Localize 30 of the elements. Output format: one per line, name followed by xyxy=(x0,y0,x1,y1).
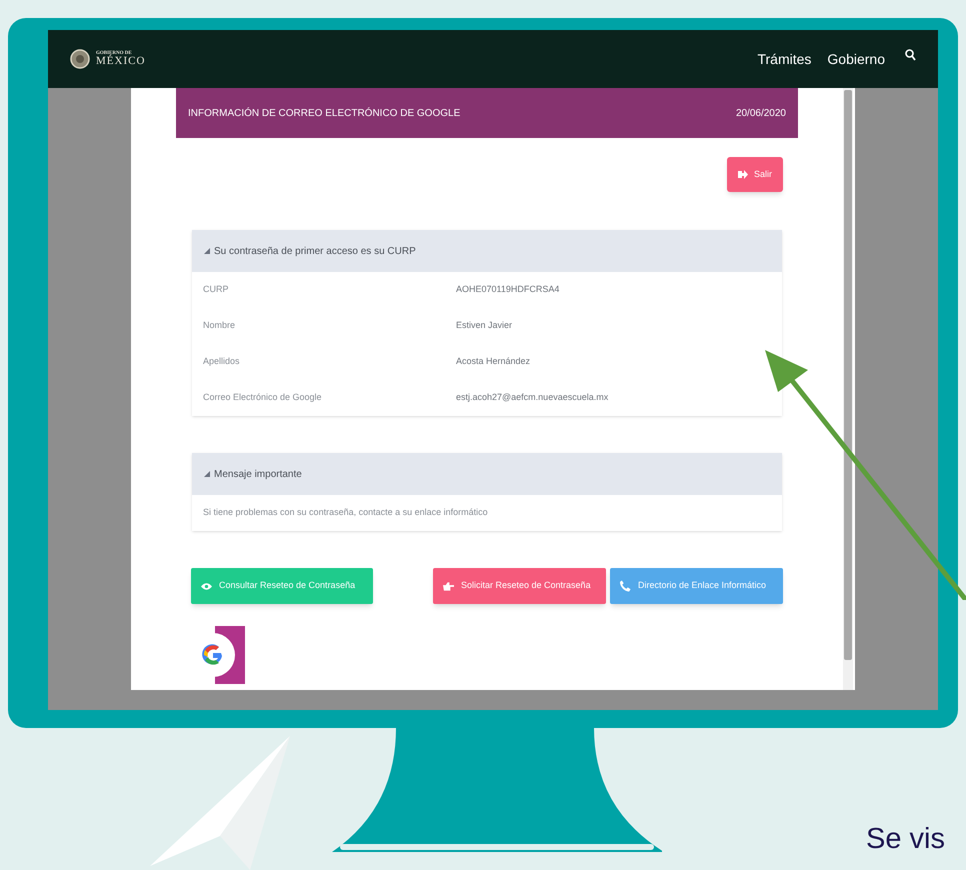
phone-icon xyxy=(620,580,631,592)
field-label: Apellidos xyxy=(202,355,241,368)
nav-link[interactable]: Gobierno xyxy=(827,48,885,70)
triangle-icon xyxy=(204,248,210,254)
scrollbar-thumb[interactable] xyxy=(844,90,852,660)
header-date: 20/06/2020 xyxy=(736,106,786,120)
action-button[interactable]: Solicitar Reseteo de Contraseña xyxy=(433,568,606,604)
panel-title: Mensaje importante xyxy=(214,468,302,482)
panel-title: Su contraseña de primer acceso es su CURP xyxy=(214,244,416,258)
field-value: AOHE070119HDFCRSA4 xyxy=(456,283,560,296)
hand-pointing-icon xyxy=(443,581,454,591)
logo-title: MÉXICO xyxy=(96,56,146,67)
eye-icon xyxy=(201,582,212,590)
field-label: Correo Electrónico de Google xyxy=(202,391,323,404)
emblem-icon xyxy=(70,49,90,69)
field-label: CURP xyxy=(202,283,230,296)
caption-text: Se vis xyxy=(866,822,945,857)
field-value: Estiven Javier xyxy=(456,319,512,332)
action-button[interactable]: Consultar Reseteo de Contraseña xyxy=(191,568,373,604)
message-text: Si tiene problemas con su contraseña, contacte a su enlace informático xyxy=(203,506,488,520)
modal-title: INFORMACIÓN DE CORREO ELECTRÓNICO DE GOOGLE xyxy=(188,106,460,120)
nav-link[interactable]: Trámites xyxy=(757,48,812,70)
triangle-icon xyxy=(204,471,210,477)
exit-icon xyxy=(738,170,748,179)
field-value: estj.acoh27@aefcm.nuevaescuela.mx xyxy=(456,391,608,404)
action-button[interactable]: Directorio de Enlace Informático xyxy=(610,568,783,604)
exit-button[interactable]: Salir xyxy=(727,157,783,192)
field-label: Nombre xyxy=(202,319,236,332)
field-value: Acosta Hernández xyxy=(456,355,530,368)
search-icon[interactable] xyxy=(905,49,916,61)
